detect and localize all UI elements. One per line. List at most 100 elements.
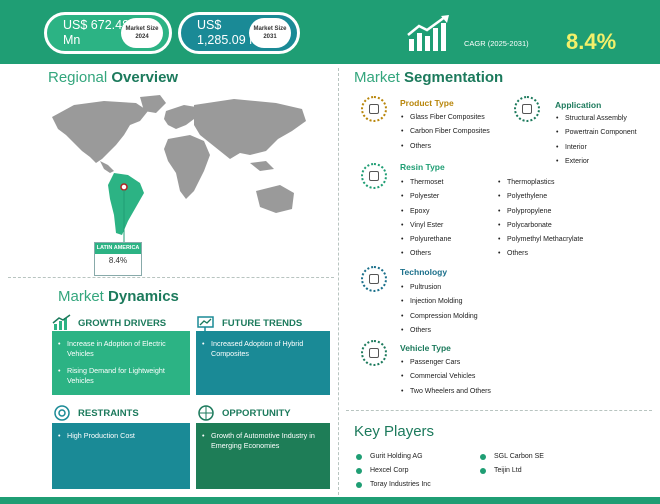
key-player-name: Toray Industries Inc — [370, 481, 431, 488]
resin-type-item: Polymethyl Methacrylate — [497, 235, 583, 249]
resin-type-item: Polyurethane — [400, 235, 451, 249]
vehicle-type-icon — [361, 340, 387, 366]
regional-overview-title: Regional Overview — [48, 69, 178, 86]
resin-type-icon — [361, 163, 387, 189]
technology-icon — [361, 266, 387, 292]
key-players-list-left: Gurit Holding AG Hexcel Corp Toray Indus… — [356, 450, 431, 492]
growth-drivers-icon — [52, 314, 71, 330]
resin-type-list-left: Thermoset Polyester Epoxy Vinyl Ester Po… — [400, 178, 451, 264]
resin-type-item: Thermoplastics — [497, 178, 583, 192]
technology-item: Compression Molding — [400, 312, 478, 326]
resin-type-item: Polyester — [400, 192, 451, 206]
future-trends-icon — [197, 316, 214, 331]
application-item: Structural Assembly — [555, 114, 637, 128]
resin-type-item: Polyethylene — [497, 192, 583, 206]
application-item: Powertrain Component — [555, 128, 637, 142]
product-type-title: Product Type — [400, 98, 454, 108]
application-list: Structural Assembly Powertrain Component… — [555, 114, 637, 171]
key-players-title: Key Players — [354, 423, 435, 440]
segmentation-title-b: Segmentation — [404, 69, 504, 86]
bullet-dot-icon — [356, 468, 362, 474]
growth-drivers-title: GROWTH DRIVERS — [78, 317, 167, 329]
world-map — [52, 95, 306, 243]
vehicle-type-item: Passenger Cars — [400, 358, 491, 372]
vehicle-type-list: Passenger Cars Commercial Vehicles Two W… — [400, 358, 491, 401]
bullet-dot-icon — [356, 482, 362, 488]
resin-type-item: Polycarbonate — [497, 221, 583, 235]
application-item: Exterior — [555, 157, 637, 171]
section-divider — [8, 277, 334, 278]
growth-drivers-heading: GROWTH DRIVERS — [52, 314, 166, 332]
product-type-item: Others — [400, 142, 490, 156]
restraint-item: High Production Cost — [58, 431, 184, 441]
resin-type-item: Epoxy — [400, 207, 451, 221]
technology-list: Pultrusion Injection Molding Compression… — [400, 283, 478, 340]
key-player-name: Hexcel Corp — [370, 467, 409, 474]
growth-driver-item: Increase in Adoption of Electric Vehicle… — [58, 339, 184, 359]
technology-title: Technology — [400, 267, 448, 277]
application-title: Application — [555, 100, 602, 110]
resin-type-item: Polypropylene — [497, 207, 583, 221]
resin-type-item: Others — [497, 249, 583, 263]
opportunity-title: OPPORTUNITY — [222, 407, 291, 419]
restraints-icon — [54, 405, 70, 421]
opportunity-card: Growth of Automotive Industry in Emergin… — [196, 423, 330, 489]
application-icon — [514, 96, 540, 122]
resin-type-list-right: Thermoplastics Polyethylene Polypropylen… — [497, 178, 583, 264]
opportunity-item: Growth of Automotive Industry in Emergin… — [202, 431, 324, 451]
opportunity-icon — [198, 405, 214, 421]
resin-type-item: Vinyl Ester — [400, 221, 451, 235]
product-type-icon — [361, 96, 387, 122]
vehicle-type-item: Two Wheelers and Others — [400, 387, 491, 401]
region-name: LATIN AMERICA — [95, 243, 141, 254]
application-item: Interior — [555, 143, 637, 157]
future-trend-item: Increased Adoption of Hybrid Composites — [202, 339, 324, 359]
restraints-title: RESTRAINTS — [78, 407, 139, 419]
product-type-item: Glass Fiber Composites — [400, 113, 490, 127]
section-divider — [346, 410, 652, 411]
regional-title-a: Regional — [48, 69, 108, 86]
key-player-item: Gurit Holding AG — [356, 450, 431, 464]
key-player-item: Toray Industries Inc — [356, 478, 431, 492]
key-player-item: Hexcel Corp — [356, 464, 431, 478]
growth-drivers-card: Increase in Adoption of Electric Vehicle… — [52, 331, 190, 395]
future-trends-title: FUTURE TRENDS — [222, 317, 303, 329]
key-player-name: Gurit Holding AG — [370, 453, 423, 460]
key-player-name: SGL Carbon SE — [494, 453, 544, 460]
regional-title-b: Overview — [111, 69, 179, 86]
market-size-2031-badge: Market Size 2031 — [249, 18, 291, 48]
vehicle-type-title: Vehicle Type — [400, 343, 451, 353]
market-dynamics-title: Market Dynamics — [58, 288, 179, 305]
opportunity-heading: OPPORTUNITY — [196, 404, 291, 422]
key-player-name: Teijin Ltd — [494, 467, 522, 474]
market-size-2024-pill: US$ 672.48 Mn Market Size 2024 — [44, 12, 172, 54]
bullet-dot-icon — [480, 454, 486, 460]
resin-type-title: Resin Type — [400, 162, 445, 172]
footer-bar — [0, 497, 660, 504]
key-player-item: Teijin Ltd — [480, 464, 544, 478]
future-trends-heading: FUTURE TRENDS — [196, 314, 302, 332]
bullet-dot-icon — [480, 468, 486, 474]
dynamics-title-a: Market — [58, 288, 104, 305]
technology-item: Injection Molding — [400, 297, 478, 311]
cagr-label: CAGR (2025-2031) — [464, 39, 529, 48]
resin-type-item: Others — [400, 249, 451, 263]
technology-item: Pultrusion — [400, 283, 478, 297]
region-value: 8.4% — [108, 256, 128, 265]
bullet-dot-icon — [356, 454, 362, 460]
market-size-2024-badge: Market Size 2024 — [121, 18, 163, 48]
infographic-page: US$ 672.48 Mn Market Size 2024 US$ 1,285… — [0, 0, 660, 504]
restraints-heading: RESTRAINTS — [52, 404, 139, 422]
cagr-value: 8.4% — [566, 29, 617, 54]
growth-chart-icon — [407, 15, 449, 51]
market-size-2031-pill: US$ 1,285.09 Mn Market Size 2031 — [178, 12, 300, 54]
header-banner: US$ 672.48 Mn Market Size 2024 US$ 1,285… — [0, 0, 660, 64]
key-player-item: SGL Carbon SE — [480, 450, 544, 464]
growth-driver-item: Rising Demand for Lightweight Vehicles — [58, 366, 184, 386]
technology-item: Others — [400, 326, 478, 340]
product-type-list: Glass Fiber Composites Carbon Fiber Comp… — [400, 113, 490, 156]
resin-type-item: Thermoset — [400, 178, 451, 192]
restraints-card: High Production Cost — [52, 423, 190, 489]
key-players-list-right: SGL Carbon SE Teijin Ltd — [480, 450, 544, 478]
vertical-divider — [338, 68, 339, 500]
